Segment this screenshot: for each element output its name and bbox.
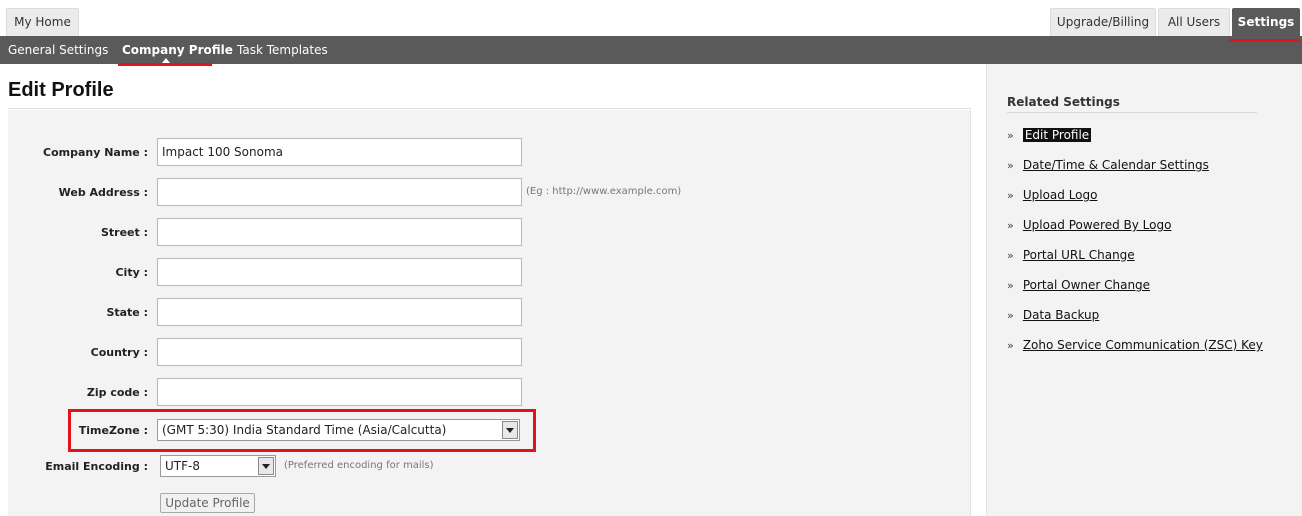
update-profile-button[interactable]: Update Profile [160,493,255,513]
related-settings-panel: Related Settings » Edit Profile » Date/T… [986,64,1302,516]
email-encoding-select[interactable]: UTF-8 [160,455,276,477]
bullet: » [1007,129,1014,142]
zip-code-field[interactable] [157,378,522,406]
related-item: » Edit Profile [1007,128,1092,144]
top-tab-strip: My Home Upgrade/Billing All Users Settin… [0,0,1302,36]
link-upload-logo[interactable]: Upload Logo [1023,188,1098,202]
bullet: » [1007,219,1014,232]
link-portal-owner-change[interactable]: Portal Owner Change [1023,278,1150,292]
related-settings-title: Related Settings [1007,95,1120,109]
related-item: » Upload Logo [1007,188,1097,204]
link-zsc-key[interactable]: Zoho Service Communication (ZSC) Key [1023,338,1263,352]
zip-code-label: Zip code : [86,386,148,399]
chevron-down-icon[interactable] [258,457,274,475]
link-upload-powered-by-logo[interactable]: Upload Powered By Logo [1023,218,1172,232]
related-item: » Date/Time & Calendar Settings [1007,158,1209,174]
settings-subnav: General Settings Company Profile Task Te… [0,36,1302,98]
subnav-company-profile[interactable]: Company Profile [122,36,233,64]
bullet: » [1007,159,1014,172]
settings-tab-highlight [1229,39,1299,42]
bullet: » [1007,309,1014,322]
subnav-task-templates[interactable]: Task Templates [237,36,328,64]
web-address-label: Web Address : [58,186,148,199]
bullet: » [1007,339,1014,352]
tab-my-home[interactable]: My Home [6,8,79,36]
bullet: » [1007,279,1014,292]
related-item: » Upload Powered By Logo [1007,218,1171,234]
bullet: » [1007,249,1014,262]
related-item: » Zoho Service Communication (ZSC) Key [1007,338,1263,354]
tab-settings[interactable]: Settings [1232,8,1300,36]
related-settings-divider [1007,112,1257,113]
related-item: » Data Backup [1007,308,1099,324]
bullet: » [1007,189,1014,202]
street-label: Street : [100,226,148,239]
tab-all-users[interactable]: All Users [1158,8,1230,36]
email-encoding-value: UTF-8 [165,459,200,473]
link-date-time-calendar[interactable]: Date/Time & Calendar Settings [1023,158,1209,172]
street-field[interactable] [157,218,522,246]
web-address-hint: (Eg : http://www.example.com) [526,186,682,197]
company-name-field[interactable] [157,138,522,166]
link-data-backup[interactable]: Data Backup [1023,308,1099,322]
country-field[interactable] [157,338,522,366]
title-divider [8,108,971,109]
link-portal-url-change[interactable]: Portal URL Change [1023,248,1135,262]
link-edit-profile[interactable]: Edit Profile [1022,128,1092,142]
subnav-general-settings[interactable]: General Settings [8,36,108,64]
state-label: State : [106,306,148,319]
country-label: Country : [90,346,148,359]
email-encoding-hint: (Preferred encoding for mails) [284,460,434,471]
web-address-field[interactable] [157,178,522,206]
state-field[interactable] [157,298,522,326]
email-encoding-label: Email Encoding : [45,460,148,473]
related-item: » Portal URL Change [1007,248,1135,264]
related-item: » Portal Owner Change [1007,278,1150,294]
company-profile-highlight [118,63,212,66]
company-name-label: Company Name : [43,146,148,159]
tab-upgrade-billing[interactable]: Upgrade/Billing [1050,8,1156,36]
timezone-highlight-box [68,409,536,452]
page-title: Edit Profile [8,79,114,101]
city-field[interactable] [157,258,522,286]
city-label: City : [115,266,148,279]
